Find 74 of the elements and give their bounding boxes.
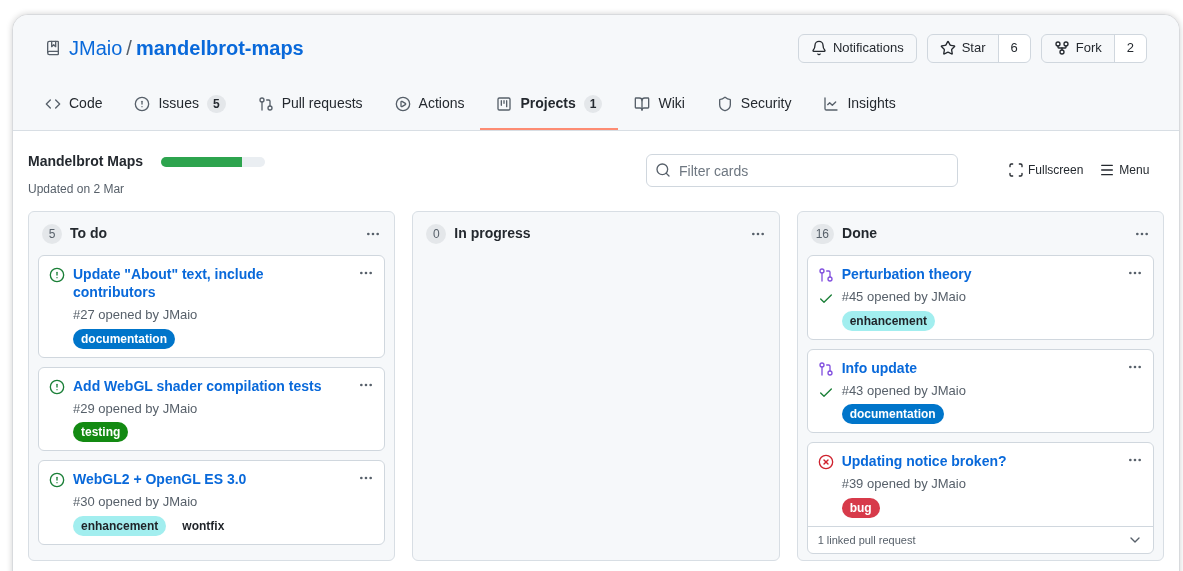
graph-icon (823, 95, 840, 112)
counter: 1 (583, 94, 603, 113)
search-icon (655, 162, 671, 178)
card-title-link[interactable]: Info update (841, 358, 1105, 377)
notifications-button[interactable]: Notifications (798, 34, 916, 62)
issue-icon (134, 95, 151, 112)
card[interactable]: Perturbation theory #45 opened by JMaio enhancement (806, 255, 1154, 340)
nav-tab[interactable]: Issues 5 (118, 79, 242, 130)
book-icon (634, 95, 651, 112)
nav-tab[interactable]: Wiki (618, 79, 701, 130)
count[interactable]: 6 (997, 34, 1030, 62)
card-title-link[interactable]: Perturbation theory (841, 265, 1105, 283)
nav-tab[interactable]: Security (700, 79, 808, 130)
menu-button[interactable]: Menu (1099, 161, 1150, 179)
project-title: Mandelbrot Maps (28, 152, 144, 171)
card[interactable]: Info update #43 opened by JMaio documentation (806, 348, 1154, 433)
updated-date: Updated on 2 Mar (28, 181, 126, 198)
issue-icon (49, 267, 65, 283)
fullscreen-icon (1008, 162, 1024, 178)
count[interactable]: 2 (1113, 34, 1146, 62)
label-tag[interactable]: documentation (73, 328, 175, 349)
counter: 5 (206, 94, 226, 113)
fullscreen-button[interactable]: Fullscreen (1008, 161, 1084, 179)
pull-request-icon (257, 95, 274, 112)
card-title-link[interactable]: WebGL2 + OpenGL ES 3.0 (73, 470, 337, 488)
card[interactable]: Updating notice broken? #39 opened by JMaio bug 1 linked pull request (806, 442, 1154, 554)
column-count: 0 (426, 223, 447, 244)
card-meta: #29 opened by JMaio (73, 399, 199, 418)
project-board-icon (496, 95, 513, 112)
repository-link[interactable]: mandelbrot-maps (135, 33, 304, 63)
play-icon (394, 95, 411, 112)
bell-icon (810, 40, 827, 56)
card-meta: #45 opened by JMaio (841, 288, 967, 306)
column-count: 16 (810, 223, 834, 244)
path-separator: / (126, 36, 132, 61)
card-title-link[interactable]: Update "About" text, include contributors (73, 265, 337, 301)
issue-icon (49, 378, 65, 395)
column-title: Done (842, 224, 878, 243)
repository-icon (45, 40, 61, 56)
column-count: 5 (42, 223, 62, 244)
column-title: In progress (454, 224, 532, 243)
column-title: To do (70, 224, 109, 243)
card-meta: #43 opened by JMaio (841, 381, 967, 400)
star-icon (939, 40, 956, 56)
shield-icon (716, 95, 733, 112)
label-tag[interactable]: bug (841, 497, 880, 518)
nav-tab[interactable]: Actions (378, 79, 481, 130)
label-tag[interactable]: testing (73, 422, 129, 442)
label-tag[interactable]: documentation (841, 404, 944, 424)
card-title-link[interactable]: Updating notice broken? (841, 452, 1105, 470)
pull-request-icon (817, 360, 834, 377)
card-title-link[interactable]: Add WebGL shader compilation tests (73, 376, 337, 395)
card[interactable]: Add WebGL shader compilation tests #29 opened by JMaio testing (38, 366, 386, 451)
nav-tab[interactable]: Code (29, 79, 119, 130)
star-button[interactable]: Star (927, 34, 998, 62)
label-tag[interactable]: enhancement (73, 515, 167, 536)
fork-icon (1053, 40, 1070, 56)
nav-tab[interactable]: Pull requests (241, 79, 379, 130)
linked-pull-request-text[interactable]: 1 linked pull request (817, 531, 916, 548)
fork-button[interactable]: Fork (1041, 34, 1114, 62)
nav-tab[interactable]: Insights (807, 79, 912, 130)
label-tag[interactable]: enhancement (841, 310, 935, 331)
menu-icon (1099, 162, 1116, 178)
pull-request-icon (817, 267, 834, 283)
closed-issue-icon (817, 454, 834, 470)
card-meta: #27 opened by JMaio (73, 306, 199, 324)
card-meta: #30 opened by JMaio (73, 493, 199, 511)
nav-tab[interactable]: Projects 1 (480, 79, 619, 130)
issue-icon (49, 472, 65, 488)
card[interactable]: WebGL2 + OpenGL ES 3.0 #30 opened by JMaio enhancement wontfix (38, 460, 386, 545)
owner-link[interactable]: JMaio (69, 33, 123, 63)
filter-field[interactable]: Filter cards (646, 154, 958, 187)
card-meta: #39 opened by JMaio (841, 475, 967, 493)
card[interactable]: Update "About" text, include contributors #27 opened by JMaio documentation (38, 255, 386, 358)
